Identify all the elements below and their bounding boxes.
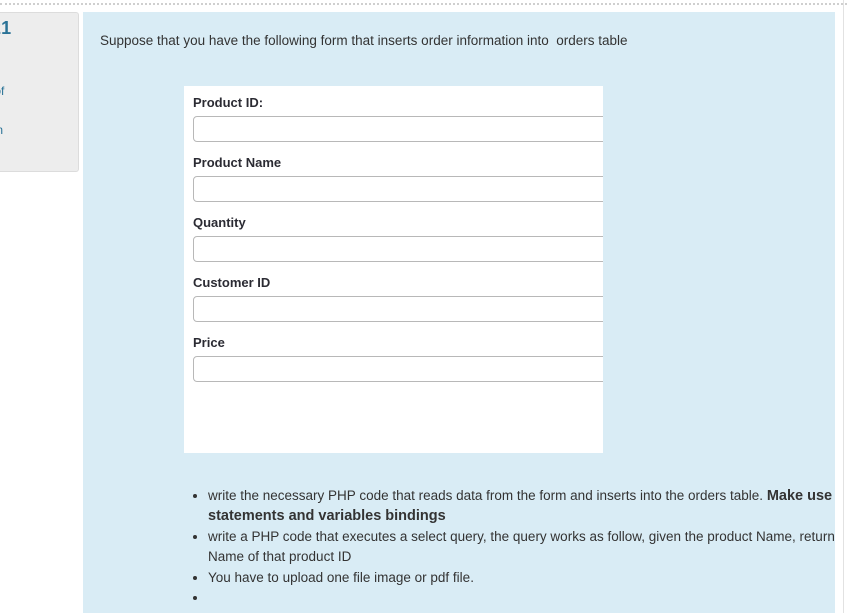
form-row-quantity: Quantity <box>193 215 603 262</box>
list-item <box>208 589 835 607</box>
form-row-price: Price <box>193 335 603 382</box>
page-right-edge <box>843 0 844 613</box>
price-label: Price <box>193 335 225 350</box>
requirement-text: write a PHP code that executes a select … <box>208 529 835 564</box>
list-item: write the necessary PHP code that reads … <box>208 486 835 526</box>
list-item: You have to upload one file image or pdf… <box>208 568 835 588</box>
question-content-panel: Suppose that you have the following form… <box>83 12 835 613</box>
list-item: write a PHP code that executes a select … <box>208 527 835 567</box>
quantity-input[interactable] <box>193 236 603 262</box>
requirements-list: write the necessary PHP code that reads … <box>184 486 835 608</box>
question-info-panel: Question 21 Not yet answered Marked out … <box>0 12 79 172</box>
product-name-label: Product Name <box>193 155 282 170</box>
form-row-product-name: Product Name <box>193 155 603 202</box>
flag-question-link[interactable]: Flag question <box>0 123 68 138</box>
product-id-label: Product ID: <box>193 95 264 110</box>
question-marks: Marked out of 10.00 <box>0 84 5 98</box>
customer-id-input[interactable] <box>193 296 603 322</box>
product-name-input[interactable] <box>193 176 603 202</box>
product-id-input[interactable] <box>193 116 603 142</box>
top-divider <box>0 3 847 5</box>
flag-question-label: Flag question <box>0 123 3 137</box>
question-state: Not yet answered <box>0 45 5 75</box>
requirement-text: You have to upload one file image or pdf… <box>208 570 474 585</box>
form-row-product-id: Product ID: <box>193 95 603 142</box>
question-prompt: Suppose that you have the following form… <box>100 33 628 48</box>
question-heading: Question 21 <box>0 19 68 39</box>
quantity-label: Quantity <box>193 215 246 230</box>
order-form-card: Product ID: Product Name Quantity Custom… <box>184 86 603 453</box>
form-row-customer-id: Customer ID <box>193 275 603 322</box>
question-number: 21 <box>0 18 12 38</box>
customer-id-label: Customer ID <box>193 275 271 290</box>
price-input[interactable] <box>193 356 603 382</box>
requirement-text: write the necessary PHP code that reads … <box>208 488 764 503</box>
